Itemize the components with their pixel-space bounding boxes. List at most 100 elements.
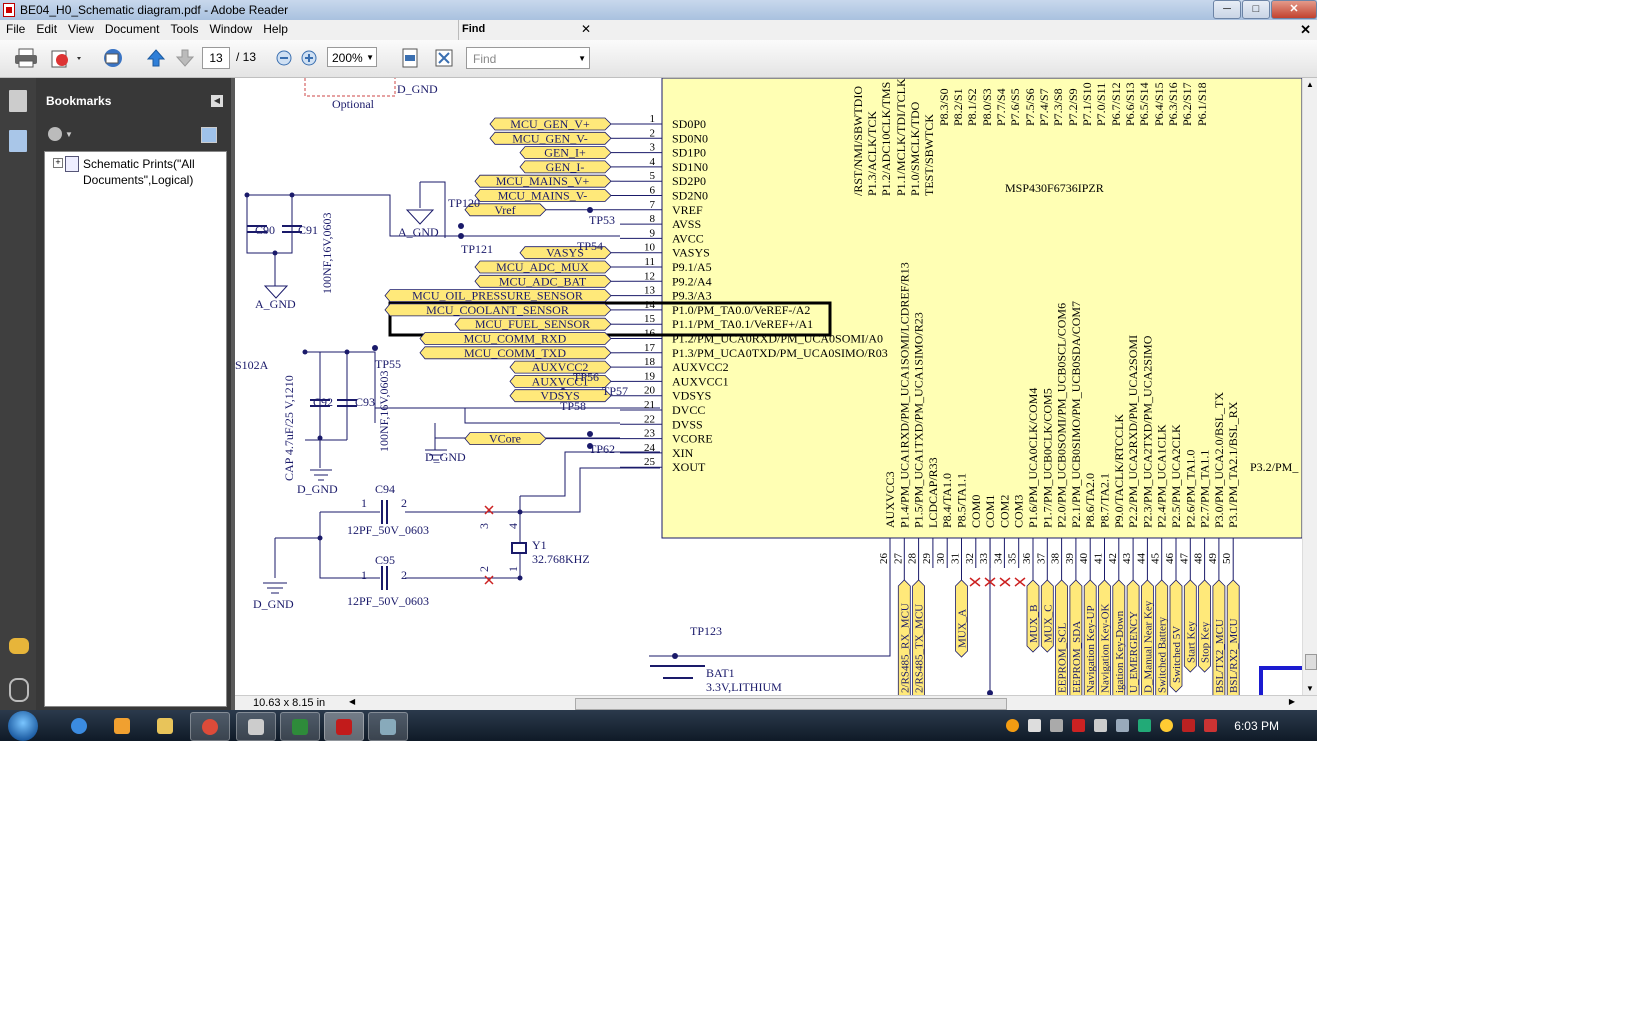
top-pin-name: P6.4/S15 <box>1152 82 1166 126</box>
start-button[interactable] <box>8 711 38 741</box>
flame-icon[interactable] <box>1006 719 1019 732</box>
expand-icon[interactable]: + <box>53 158 63 168</box>
pin-name: P9.2/A4 <box>672 274 712 288</box>
fit-page-icon[interactable] <box>400 48 420 68</box>
network-icon[interactable] <box>1116 719 1129 732</box>
horizontal-scrollbar[interactable]: ◀ ▶ <box>349 697 1295 710</box>
pin-number: 33 <box>978 553 990 565</box>
scroll-down-icon[interactable]: ▼ <box>1306 684 1314 693</box>
chevron-down-icon[interactable]: ▼ <box>578 48 586 70</box>
full-screen-icon[interactable] <box>434 48 454 68</box>
y1-label: Y1 <box>532 538 547 552</box>
next-page-icon[interactable] <box>175 48 195 68</box>
pin-number: 43 <box>1121 553 1133 565</box>
document-close-icon[interactable]: ✕ <box>1300 22 1311 38</box>
volume-icon[interactable] <box>1094 719 1107 732</box>
pin-name: VASYS <box>672 246 710 260</box>
pin-name: P3.0/PM_UCA2.0/BSL_TX <box>1212 392 1226 528</box>
gear-icon[interactable] <box>48 127 62 141</box>
drive-icon[interactable] <box>1050 719 1063 732</box>
box-icon[interactable] <box>1028 719 1041 732</box>
pin-number: 6 <box>650 185 656 197</box>
bookmarks-panel: Bookmarks ◀ ▼ + Schematic Prints("All Do… <box>36 78 231 710</box>
menu-window[interactable]: Window <box>204 20 258 36</box>
pin-name: P2.0/PM_UCB0SOMI/PM_UCB0SCL/COM6 <box>1055 303 1069 528</box>
pin-number: 34 <box>992 553 1004 565</box>
top-pin-name: P7.7/S4 <box>994 88 1008 126</box>
chrome-taskbar-button[interactable] <box>190 712 230 741</box>
collapse-panel-icon[interactable]: ◀ <box>211 95 223 107</box>
pages-icon[interactable] <box>9 90 27 112</box>
menu-view[interactable]: View <box>62 20 99 36</box>
pin-2: 2 <box>401 496 407 510</box>
zoom-in-icon[interactable] <box>301 48 317 68</box>
maximize-button[interactable]: □ <box>1242 0 1270 19</box>
minimize-button[interactable]: ─ <box>1213 0 1241 19</box>
pin-number: 13 <box>644 285 656 297</box>
pin-name: COM0 <box>969 495 983 528</box>
share-icon[interactable] <box>50 48 84 68</box>
menu-edit[interactable]: Edit <box>30 20 62 36</box>
new-bookmark-icon[interactable] <box>201 127 217 143</box>
explorer-taskbar-button[interactable] <box>146 712 184 739</box>
clock[interactable]: 6:03 PM <box>1234 719 1279 733</box>
agnd-label: A_GND <box>255 297 296 311</box>
scroll-thumb[interactable] <box>575 698 1007 710</box>
pin-name: SD1N0 <box>672 160 708 174</box>
previous-page-icon[interactable] <box>146 48 166 68</box>
net-label: GEN_I- <box>546 160 585 174</box>
sun-icon[interactable] <box>1160 719 1173 732</box>
c94-label: C94 <box>375 482 395 496</box>
adobe-icon[interactable] <box>1072 719 1085 732</box>
menu-help[interactable]: Help <box>257 20 293 36</box>
scroll-right-icon[interactable]: ▶ <box>1289 697 1295 706</box>
excel-taskbar-button[interactable] <box>280 712 320 741</box>
bookmarks-icon[interactable] <box>9 130 27 152</box>
shield-icon[interactable] <box>1182 719 1195 732</box>
pin-number: 16 <box>644 328 656 340</box>
top-pin-name: P6.3/S16 <box>1166 82 1180 126</box>
pin-name: SD0N0 <box>672 131 708 145</box>
bookmark-item[interactable]: Schematic Prints("All Documents",Logical… <box>83 156 223 188</box>
pin-name: COM3 <box>1012 495 1026 528</box>
net-label: Navigation Key-OK <box>1100 603 1112 693</box>
app-taskbar-button[interactable] <box>236 712 276 741</box>
zoom-select[interactable]: 200% ▼ <box>327 47 377 67</box>
tool-taskbar-button[interactable] <box>368 712 408 741</box>
scroll-up-icon[interactable]: ▲ <box>1306 80 1314 89</box>
pin-number: 44 <box>1135 553 1147 565</box>
page-number-input[interactable]: 13 <box>202 47 230 69</box>
pin-name: SD1P0 <box>672 146 706 160</box>
cap-value: CAP 4.7uF/25 V,1210 <box>282 375 296 481</box>
zoom-out-icon[interactable] <box>276 48 292 68</box>
find-panel-close-icon[interactable]: ✕ <box>581 22 591 36</box>
menu-document[interactable]: Document <box>99 20 165 36</box>
find-input[interactable]: Find ▼ <box>466 47 590 69</box>
pin-number: 4 <box>650 156 656 168</box>
chevron-down-icon[interactable]: ▼ <box>65 130 73 139</box>
c94-value: 12PF_50V_0603 <box>347 523 429 537</box>
close-button[interactable]: ✕ <box>1271 0 1317 19</box>
system-tray: 6:03 PM <box>996 710 1317 741</box>
flag-icon[interactable] <box>1204 719 1217 732</box>
collaborate-icon[interactable] <box>100 48 126 68</box>
vertical-scrollbar[interactable]: ▲ ▼ <box>1302 78 1317 695</box>
document-view[interactable]: MSP430F6736IPZR 1 SD0P0 2 SD0N0 3 SD1P0 4 SD1N0… <box>235 78 1302 695</box>
scroll-left-icon[interactable]: ◀ <box>349 697 355 706</box>
menu-file[interactable]: File <box>0 20 30 36</box>
blue-wire <box>1259 666 1302 695</box>
adobe-reader-taskbar-button[interactable] <box>324 712 364 741</box>
vm-icon[interactable] <box>1138 719 1151 732</box>
top-pin-name: P6.1/S18 <box>1195 82 1209 126</box>
top-pin-name: P7.6/S5 <box>1008 88 1022 126</box>
pin-number: 45 <box>1150 553 1162 565</box>
attachments-icon[interactable] <box>9 678 29 702</box>
print-icon[interactable] <box>14 48 38 68</box>
comments-icon[interactable] <box>9 638 29 654</box>
media-taskbar-button[interactable] <box>103 712 141 739</box>
top-pin-name: P1.3/ACLK/TCK <box>865 111 879 196</box>
menu-tools[interactable]: Tools <box>165 20 204 36</box>
ie-taskbar-button[interactable] <box>60 712 98 739</box>
scroll-thumb[interactable] <box>1305 654 1317 670</box>
pin-name: SD0P0 <box>672 117 706 131</box>
